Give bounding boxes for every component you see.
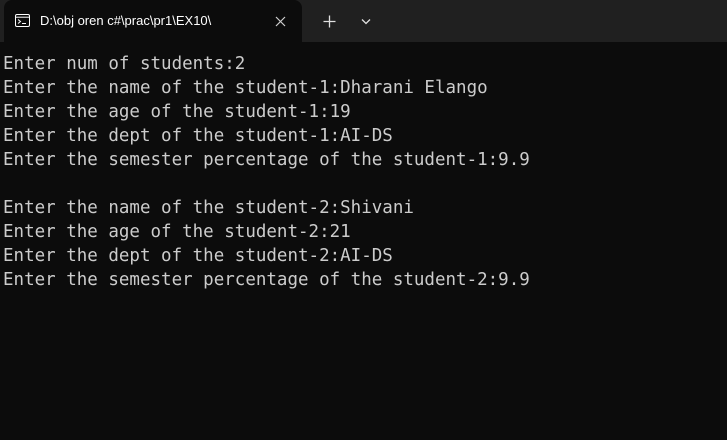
tab-bar: D:\obj oren c#\prac\pr1\EX10\ bbox=[0, 0, 727, 42]
terminal-line: Enter the name of the student-2:Shivani bbox=[3, 198, 414, 218]
terminal-line: Enter num of students:2 bbox=[3, 54, 246, 74]
terminal-line: Enter the dept of the student-1:AI-DS bbox=[3, 126, 393, 146]
close-icon[interactable] bbox=[270, 11, 290, 31]
chevron-down-icon[interactable] bbox=[356, 11, 376, 31]
console-app-icon bbox=[15, 14, 30, 27]
plus-icon[interactable] bbox=[318, 11, 340, 31]
terminal-line: Enter the name of the student-1:Dharani … bbox=[3, 78, 488, 98]
terminal-line: Enter the dept of the student-2:AI-DS bbox=[3, 246, 393, 266]
terminal-line: Enter the age of the student-2:21 bbox=[3, 222, 351, 242]
terminal-window: D:\obj oren c#\prac\pr1\EX10\ Enter num … bbox=[0, 0, 727, 440]
tab-active[interactable]: D:\obj oren c#\prac\pr1\EX10\ bbox=[4, 0, 302, 42]
terminal-line: Enter the semester percentage of the stu… bbox=[3, 270, 530, 290]
terminal-line: Enter the semester percentage of the stu… bbox=[3, 150, 530, 170]
terminal-line: Enter the age of the student-1:19 bbox=[3, 102, 351, 122]
terminal-output[interactable]: Enter num of students:2 Enter the name o… bbox=[0, 42, 727, 440]
tab-title: D:\obj oren c#\prac\pr1\EX10\ bbox=[40, 13, 212, 28]
